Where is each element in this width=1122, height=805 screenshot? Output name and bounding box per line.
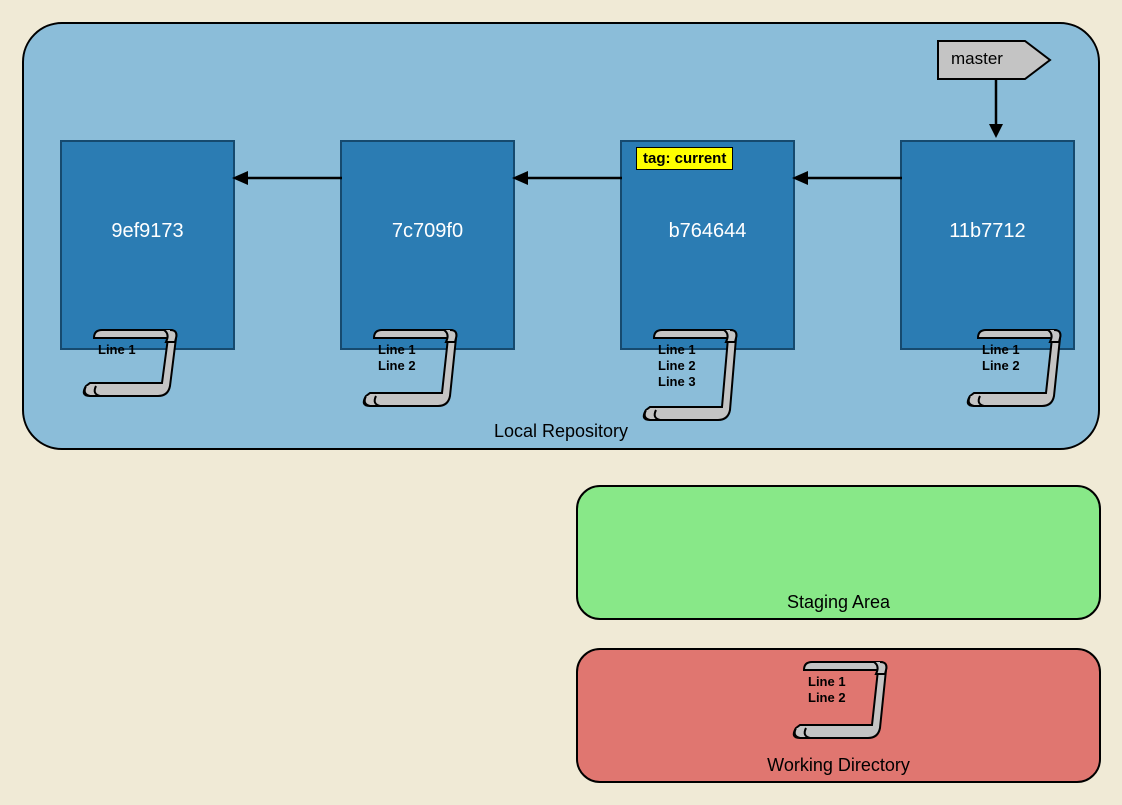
file-scroll: Line 1 Line 2 [966,328,1062,410]
file-contents: Line 1 Line 2 [378,342,416,374]
commit-box: 7c709f0 [340,140,515,350]
file-contents: Line 1 Line 2 Line 3 [658,342,696,390]
working-directory-label: Working Directory [767,755,910,776]
commit-hash: b764644 [622,220,793,243]
file-scroll: Line 1 [82,328,178,400]
commit-box: 11b7712 [900,140,1075,350]
arrow-master-to-commit [986,80,1006,145]
local-repository-label: Local Repository [494,421,628,442]
commit-box: b764644 [620,140,795,350]
arrow-commit [230,168,342,193]
file-scroll: Line 1 Line 2 Line 3 [642,328,738,424]
branch-pointer-master: master [937,40,1052,85]
branch-pointer-label: master [951,49,1003,69]
file-contents: Line 1 [98,342,136,358]
commit-hash: 9ef9173 [62,220,233,243]
staging-area-box: Staging Area [576,485,1101,620]
file-contents: Line 1 Line 2 [808,674,846,706]
arrow-commit [790,168,902,193]
file-contents: Line 1 Line 2 [982,342,1020,374]
arrow-commit [510,168,622,193]
tag-label: tag: current [636,147,733,170]
file-scroll: Line 1 Line 2 [362,328,458,410]
file-scroll: Line 1 Line 2 [792,660,888,742]
staging-area-label: Staging Area [787,592,890,613]
commit-hash: 7c709f0 [342,220,513,243]
commit-box: 9ef9173 [60,140,235,350]
commit-hash: 11b7712 [902,220,1073,243]
